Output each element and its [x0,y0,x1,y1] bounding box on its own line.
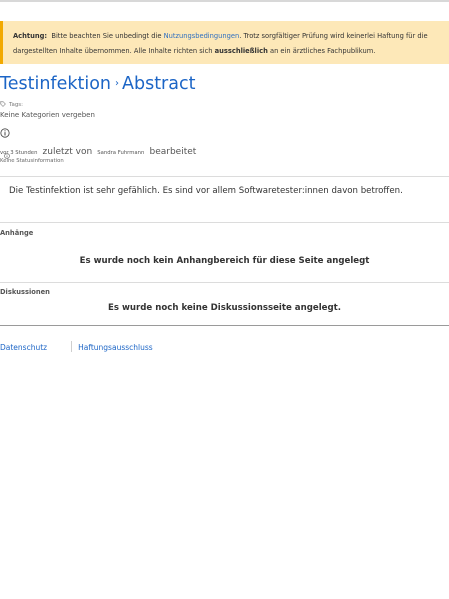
content-body: Die Testinfektion ist sehr gefählich. Es… [9,186,403,196]
page-title: Testinfektion › Abstract [0,72,195,96]
notice-label: Achtung: [13,32,48,40]
disclaimer-link[interactable]: Haftungsausschluss [78,343,153,352]
breadcrumb-separator: › [115,78,119,89]
footer-divider [0,325,449,326]
notice-bold-text: ausschließlich [214,47,268,55]
categories-text: Keine Kategorien vergeben [0,111,95,119]
footer-separator [71,341,73,352]
discussions-label: Diskussionen [0,288,50,296]
page-title-link[interactable]: Testinfektion [0,74,111,94]
notice-text-end: an ein ärztliches Fachpublikum. [267,47,376,55]
notice-text-start: Bitte beachten Sie unbedingt die [51,32,164,40]
tag-icon [0,101,6,107]
tags-row: Tags: [0,101,23,108]
discussions-message: Es wurde noch keine Diskussionsseite ang… [107,303,342,313]
attachments-label: Anhänge [0,229,34,237]
footer: Datenschutz Haftungsausschluss [0,341,153,352]
top-border [0,0,449,2]
notice-banner: Achtung: Bitte beachten Sie unbedingt di… [0,21,449,64]
privacy-link[interactable]: Datenschutz [0,343,47,352]
info-icon[interactable] [0,128,10,138]
last-edited-info: vor 3 Stunden zuletzt von Sandra Fuhrman… [0,143,196,159]
divider [0,176,449,177]
status-info-text: Keine Statusinformation [0,158,64,164]
edit-by-text: zuletzt von [42,147,93,157]
edit-author[interactable]: Sandra Fuhrmann [97,150,144,156]
attachments-message: Es wurde noch kein Anhangbereich für die… [79,256,370,266]
divider [0,222,449,223]
tags-label: Tags: [9,102,24,108]
edit-action-text: bearbeitet [149,147,197,157]
page-subtitle-link[interactable]: Abstract [122,74,195,94]
terms-link[interactable]: Nutzungsbedingungen [164,32,240,40]
divider [0,282,449,283]
